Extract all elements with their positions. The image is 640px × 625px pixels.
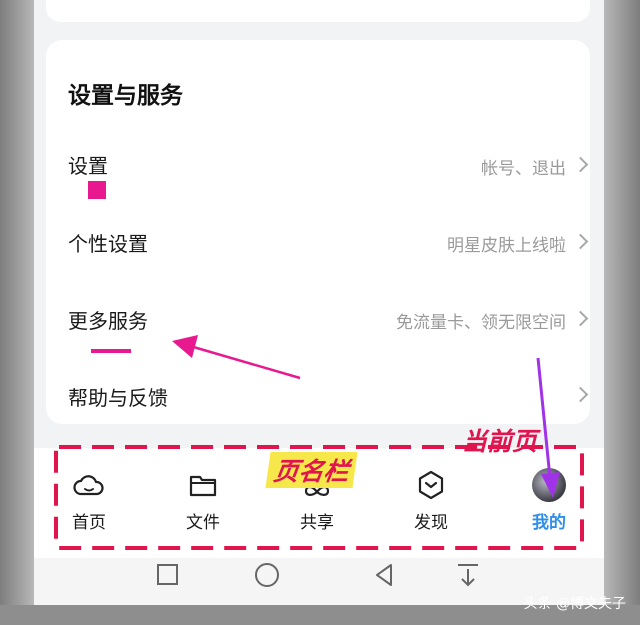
watermark: 头条 @博文夫子 <box>523 596 626 612</box>
page-bar-annotation-label: 页名栏 <box>265 452 358 488</box>
purple-arrow <box>536 357 560 498</box>
annotation-overlay <box>54 181 584 550</box>
pink-square-marker <box>88 181 106 199</box>
current-page-annotation-label: 当前页 <box>462 427 538 456</box>
pink-arrow <box>172 335 301 380</box>
